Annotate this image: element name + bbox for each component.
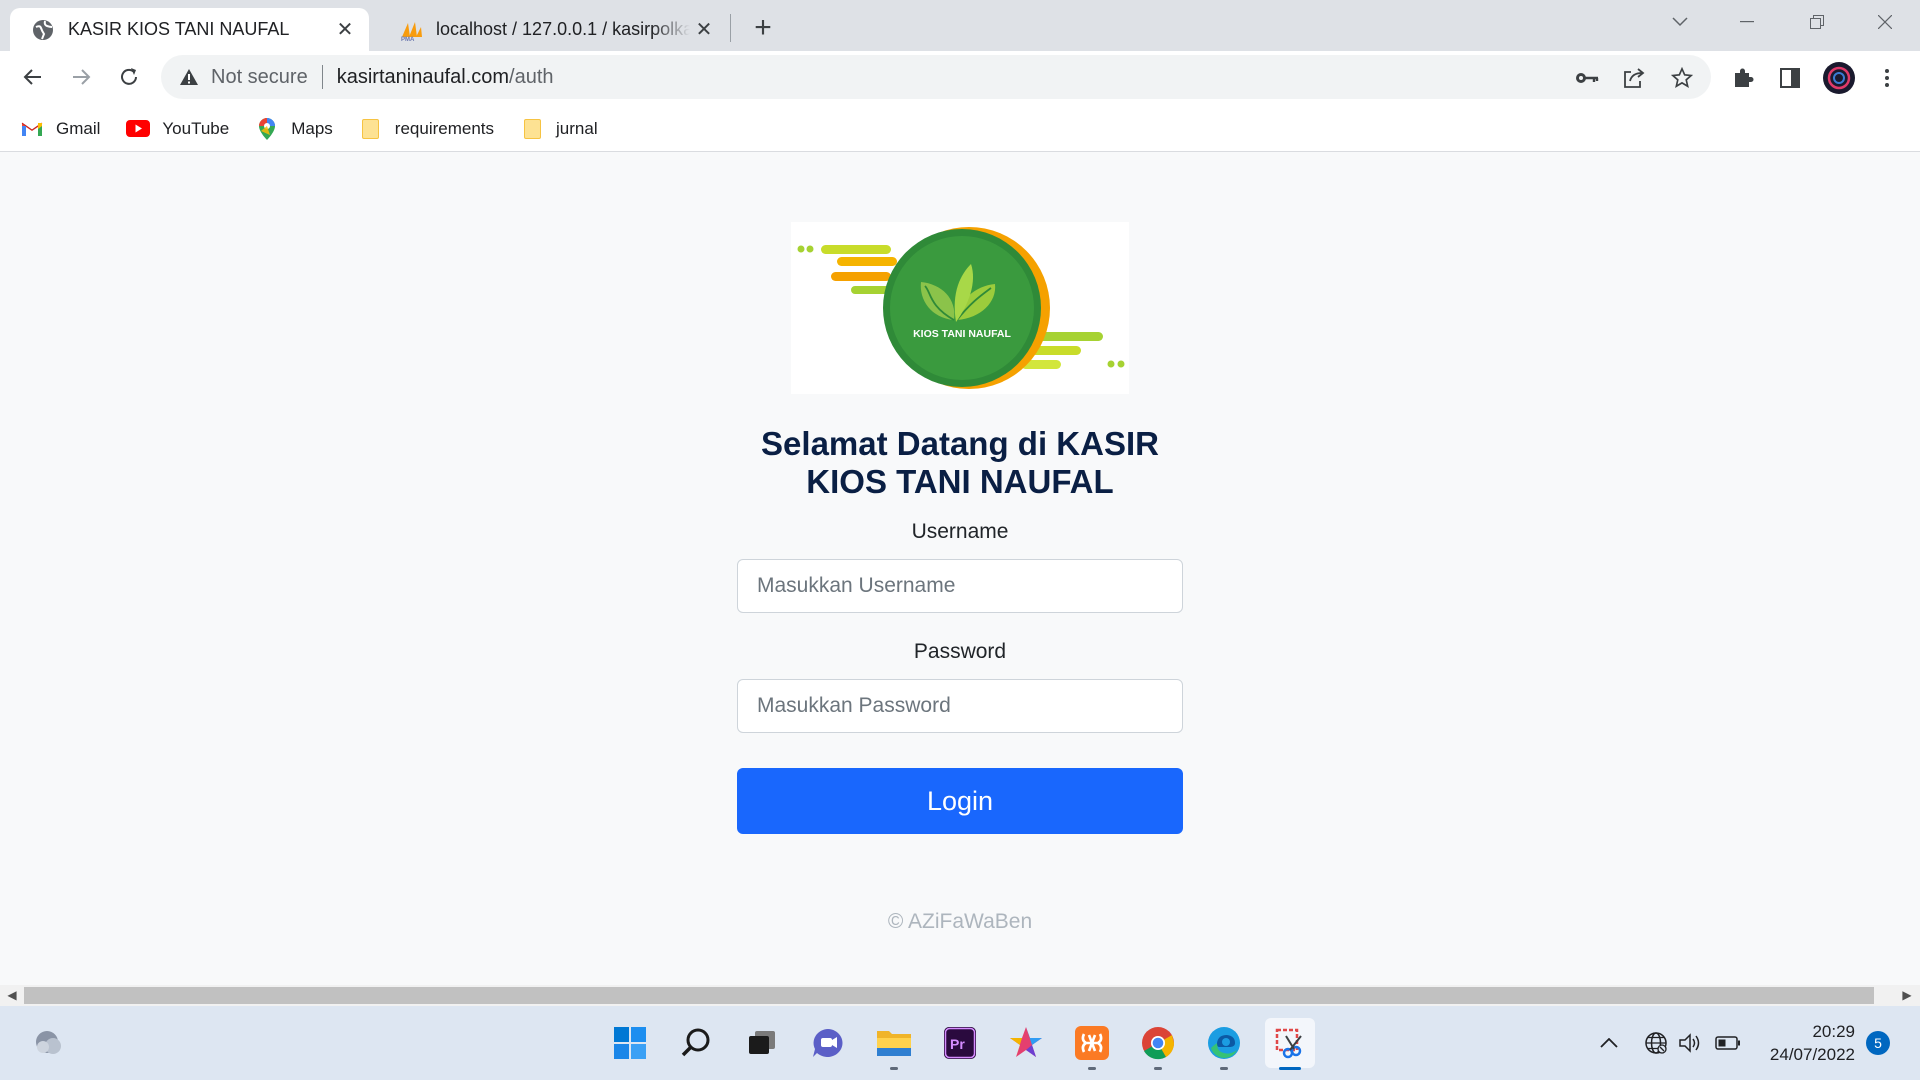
- battery-icon[interactable]: [1713, 1028, 1743, 1058]
- windows-start-icon[interactable]: [605, 1018, 655, 1068]
- key-icon[interactable]: [1567, 58, 1607, 98]
- bookmarks-bar: Gmail YouTube Maps requirements jurnal: [0, 106, 1920, 152]
- address-bar[interactable]: Not secure kasirtaninaufal.com/auth: [161, 55, 1711, 99]
- copyright-text: © AZiFaWaBen: [887, 910, 1033, 933]
- task-view-icon[interactable]: [737, 1018, 787, 1068]
- scrollbar-thumb[interactable]: [24, 987, 1874, 1004]
- premiere-pro-icon[interactable]: Pr: [935, 1018, 985, 1068]
- tab-title: KASIR KIOS TANI NAUFAL: [68, 19, 290, 39]
- close-window-icon[interactable]: [1850, 0, 1920, 44]
- bookmark-folder-jurnal[interactable]: jurnal: [520, 118, 598, 139]
- username-input[interactable]: [737, 559, 1183, 613]
- phpmyadmin-icon: PMA: [400, 19, 422, 41]
- horizontal-scrollbar[interactable]: ◀ ▶: [0, 985, 1920, 1006]
- notification-badge[interactable]: 5: [1866, 1031, 1890, 1055]
- back-icon[interactable]: [13, 57, 53, 97]
- url-path[interactable]: /auth: [509, 66, 553, 89]
- teams-chat-icon[interactable]: [803, 1018, 853, 1068]
- reload-icon[interactable]: [109, 57, 149, 97]
- bookmark-star-icon[interactable]: [1662, 58, 1702, 98]
- welcome-heading: Selamat Datang di KASIR KIOS TANI NAUFAL: [660, 425, 1260, 501]
- star-app-icon[interactable]: [1001, 1018, 1051, 1068]
- file-explorer-icon[interactable]: [869, 1018, 919, 1070]
- edge-icon[interactable]: [1199, 1018, 1249, 1070]
- login-button[interactable]: Login: [737, 768, 1183, 834]
- windows-taskbar: Pr 20:29 24/07/2022 5: [0, 1006, 1920, 1080]
- snipping-tool-icon[interactable]: [1265, 1018, 1315, 1070]
- bookmark-gmail[interactable]: Gmail: [20, 119, 100, 139]
- minimize-icon[interactable]: [1712, 0, 1782, 44]
- clock-date: 24/07/2022: [1769, 1045, 1855, 1064]
- xampp-icon[interactable]: [1067, 1018, 1117, 1070]
- login-page: KIOS TANI NAUFAL Selamat Datang di KASIR…: [0, 153, 1920, 985]
- restore-icon[interactable]: [1782, 0, 1852, 44]
- chrome-icon[interactable]: [1133, 1018, 1183, 1070]
- tab-separator: [730, 14, 731, 42]
- tab-strip: KASIR KIOS TANI NAUFAL ✕ PMA localhost /…: [0, 0, 1920, 51]
- new-tab-button[interactable]: +: [745, 10, 781, 46]
- welcome-line-1: Selamat Datang di KASIR: [761, 425, 1159, 462]
- folder-icon: [359, 118, 383, 139]
- bookmark-maps[interactable]: Maps: [255, 117, 333, 140]
- show-hidden-icons-icon[interactable]: [1594, 1028, 1624, 1058]
- extensions-icon[interactable]: [1723, 58, 1763, 98]
- globe-icon: [32, 19, 54, 41]
- bookmark-label: requirements: [394, 118, 495, 138]
- side-panel-icon[interactable]: [1770, 58, 1810, 98]
- bookmark-label: Maps: [291, 118, 333, 138]
- tab-close-icon[interactable]: ✕: [331, 16, 359, 44]
- forward-icon[interactable]: [61, 57, 101, 97]
- kios-tani-logo: KIOS TANI NAUFAL: [791, 222, 1129, 394]
- url-host[interactable]: kasirtaninaufal.com: [337, 66, 509, 89]
- bookmark-youtube[interactable]: YouTube: [126, 119, 229, 139]
- bookmark-label: Gmail: [56, 118, 101, 138]
- gmail-icon: [20, 119, 44, 139]
- browser-toolbar: Not secure kasirtaninaufal.com/auth: [0, 51, 1920, 106]
- scroll-right-arrow-icon[interactable]: ▶: [1900, 988, 1914, 1002]
- bookmark-folder-requirements[interactable]: requirements: [359, 118, 495, 139]
- svg-text:Pr: Pr: [950, 1036, 965, 1052]
- scroll-left-arrow-icon[interactable]: ◀: [5, 988, 19, 1002]
- not-secure-warning-icon[interactable]: [179, 68, 199, 86]
- tab-search-icon[interactable]: [1645, 0, 1715, 44]
- folder-icon: [520, 118, 544, 139]
- tab-phpmyadmin[interactable]: PMA localhost / 127.0.0.1 / kasirpolkam …: [378, 8, 728, 51]
- network-globe-icon[interactable]: [1641, 1028, 1671, 1058]
- tab-close-icon[interactable]: ✕: [690, 16, 718, 44]
- volume-icon[interactable]: [1675, 1028, 1705, 1058]
- logo-text: KIOS TANI NAUFAL: [913, 328, 1011, 340]
- password-label: Password: [913, 640, 1007, 663]
- username-label: Username: [911, 520, 1009, 543]
- security-status[interactable]: Not secure: [211, 66, 308, 89]
- share-icon[interactable]: [1614, 58, 1654, 98]
- svg-text:PMA: PMA: [401, 37, 415, 41]
- chrome-menu-icon[interactable]: [1867, 58, 1907, 98]
- system-clock[interactable]: 20:29 24/07/2022: [1755, 1020, 1855, 1066]
- maps-icon: [255, 117, 279, 140]
- search-icon[interactable]: [671, 1018, 721, 1068]
- bookmark-label: YouTube: [162, 118, 230, 138]
- profile-avatar[interactable]: [1819, 58, 1859, 98]
- tab-kasir[interactable]: KASIR KIOS TANI NAUFAL ✕: [10, 8, 369, 51]
- clock-time: 20:29: [1812, 1022, 1855, 1041]
- widgets-weather-icon[interactable]: [24, 1018, 74, 1068]
- password-input[interactable]: [737, 679, 1183, 733]
- address-divider: [321, 65, 323, 89]
- welcome-line-2: KIOS TANI NAUFAL: [806, 463, 1114, 500]
- bookmark-label: jurnal: [556, 118, 598, 138]
- tab-title: localhost / 127.0.0.1 / kasirpolkam: [436, 19, 690, 39]
- youtube-icon: [126, 119, 151, 139]
